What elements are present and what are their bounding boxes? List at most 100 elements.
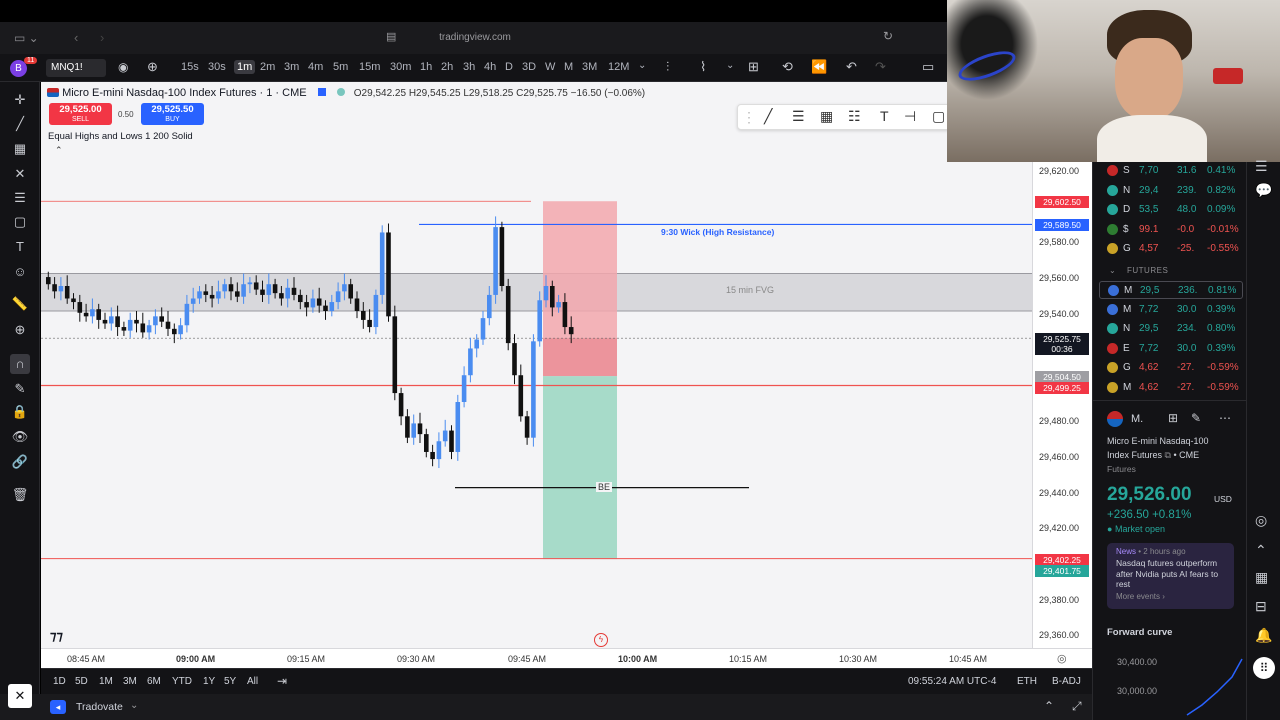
tf-1m[interactable]: 1m xyxy=(234,60,256,74)
expand-up-icon[interactable]: ⌃ xyxy=(1044,699,1054,713)
chart-title[interactable]: Micro E-mini Nasdaq-100 Index Futures · … xyxy=(62,87,307,99)
shapes-icon[interactable]: ▢ xyxy=(10,212,30,232)
ruler-icon[interactable]: 📏 xyxy=(10,294,30,314)
tf-12m[interactable]: 12M xyxy=(608,61,629,73)
chart-pane[interactable]: Micro E-mini Nasdaq-100 Index Futures · … xyxy=(41,82,1032,668)
range-all[interactable]: All xyxy=(247,676,258,687)
news-card[interactable]: News • 2 hours ago Nasdaq futures outper… xyxy=(1107,543,1234,609)
tf-3m[interactable]: 3m xyxy=(284,61,299,73)
range-1d[interactable]: 1D xyxy=(53,676,66,687)
clock-label[interactable]: 09:55:24 AM UTC-4 xyxy=(908,676,996,687)
range-1y[interactable]: 1Y xyxy=(203,676,215,687)
tf-dropdown-icon[interactable]: ⌄ xyxy=(638,60,646,71)
settings-lines-icon[interactable]: ☷ xyxy=(848,108,861,125)
tf-3d[interactable]: 3D xyxy=(522,61,536,73)
details-layout-icon[interactable]: ⊞ xyxy=(1168,411,1178,425)
chart-type-icon[interactable]: ⫶ xyxy=(666,59,669,75)
tf-2m[interactable]: 2m xyxy=(260,61,275,73)
pine-icon[interactable]: ⊟ xyxy=(1255,598,1267,615)
line-tool-icon[interactable]: ╱ xyxy=(764,108,772,125)
fullscreen-icon[interactable]: ▭ xyxy=(922,59,934,75)
lightning-icon[interactable]: ϟ xyxy=(594,633,608,647)
watchlist-row[interactable]: G 4,62 -27. -0.59% xyxy=(1099,359,1243,377)
range-ytd[interactable]: YTD xyxy=(172,676,192,687)
range-3m[interactable]: 3M xyxy=(123,676,137,687)
tf-5m[interactable]: 5m xyxy=(333,61,348,73)
watchlist-row[interactable]: N 29,4 239. 0.82% xyxy=(1099,182,1243,200)
watchlist-row[interactable]: M 29,5 236. 0.81% xyxy=(1099,281,1243,299)
target-icon[interactable]: ◎ xyxy=(1255,512,1267,529)
broker-name[interactable]: Tradovate xyxy=(76,701,123,713)
link-icon[interactable]: 🔗 xyxy=(10,452,30,472)
watchlist-row[interactable]: G 4,57 -25. -0.55% xyxy=(1099,240,1243,258)
details-edit-icon[interactable]: ✎ xyxy=(1191,411,1201,425)
symbol-search[interactable]: MNQ1! xyxy=(46,59,106,77)
hline-icon[interactable]: ⊣ xyxy=(904,108,916,125)
watchlist-icon[interactable]: ☰ xyxy=(1255,158,1268,175)
session-toggle[interactable]: ETH xyxy=(1017,676,1037,687)
range-5d[interactable]: 5D xyxy=(75,676,88,687)
line-style-icon[interactable]: ☰ xyxy=(792,108,805,125)
tf-w[interactable]: W xyxy=(545,61,555,73)
indicator-label[interactable]: Equal Highs and Lows 1 200 Solid xyxy=(48,131,193,142)
tf-15m[interactable]: 15m xyxy=(359,61,380,73)
axis-settings-icon[interactable]: ◎ xyxy=(1057,652,1067,665)
news-headline[interactable]: Nasdaq futures outperform after Nvidia p… xyxy=(1116,558,1225,590)
emoji-icon[interactable]: ☺ xyxy=(10,262,30,282)
range-6m[interactable]: 6M xyxy=(147,676,161,687)
watchlist-row[interactable]: N 29,5 234. 0.80% xyxy=(1099,320,1243,338)
lock-drawing-icon[interactable]: ✎ xyxy=(10,379,30,399)
watchlist-row[interactable]: M 7,72 30.0 0.39% xyxy=(1099,301,1243,319)
tf-30s[interactable]: 30s xyxy=(208,61,226,73)
url-bar[interactable]: tradingview.com xyxy=(0,32,950,43)
watchlist-row[interactable]: $99.1 -0.0 -0.01% xyxy=(1099,221,1243,239)
watchlist-row[interactable]: M 4,62 -27. -0.59% xyxy=(1099,379,1243,397)
trendline-icon[interactable]: ╱ xyxy=(10,114,30,134)
rect-tool-icon[interactable]: ▢ xyxy=(932,108,945,125)
chat-icon[interactable]: 💬 xyxy=(1255,182,1272,199)
details-more-icon[interactable]: ⋯ xyxy=(1219,411,1231,425)
add-symbol-icon[interactable]: ⊕ xyxy=(147,59,158,75)
date-range-icon[interactable]: ⇥ xyxy=(277,674,287,688)
futures-section-header[interactable]: FUTURES xyxy=(1127,266,1168,275)
watchlist-row[interactable]: D 53,5 48.0 0.09% xyxy=(1099,201,1243,219)
price-axis[interactable]: 29,620.00 29,580.00 29,560.00 29,540.00 … xyxy=(1032,82,1092,668)
crosshair-icon[interactable]: ✛ xyxy=(10,90,30,110)
replay-icon[interactable]: ⏪ xyxy=(811,59,827,75)
range-5y[interactable]: 5Y xyxy=(224,676,236,687)
maximize-icon[interactable]: ⤢ xyxy=(1072,699,1082,714)
grid-tool-icon[interactable]: ▦ xyxy=(820,108,833,125)
lock-icon[interactable]: 🔒 xyxy=(10,402,30,422)
tf-3mo[interactable]: 3M xyxy=(582,61,597,73)
redo-icon[interactable]: ↷ xyxy=(875,59,886,75)
drag-handle-icon[interactable]: ⋮ xyxy=(742,109,756,126)
broker-dropdown-icon[interactable]: ⌄ xyxy=(130,700,138,711)
tf-m[interactable]: M xyxy=(564,61,573,73)
watch-icon[interactable]: ◉ xyxy=(118,60,128,74)
more-events-link[interactable]: More events › xyxy=(1116,592,1225,601)
ideas-icon[interactable]: ⌃ xyxy=(1255,542,1267,559)
trash-icon[interactable]: 🗑 xyxy=(10,485,30,505)
tf-15s[interactable]: 15s xyxy=(181,61,199,73)
layout-icon[interactable]: ⊞ xyxy=(748,59,759,75)
text-tool-icon[interactable]: T xyxy=(880,108,889,124)
prediction-icon[interactable]: ☰ xyxy=(10,188,30,208)
undo-icon[interactable]: ↶ xyxy=(846,59,857,75)
calendar-icon[interactable]: ▦ xyxy=(1255,569,1268,586)
tf-4m[interactable]: 4m xyxy=(308,61,323,73)
zoom-icon[interactable]: ⊕ xyxy=(10,320,30,340)
pattern-icon[interactable]: ✕ xyxy=(10,164,30,184)
tf-3h[interactable]: 3h xyxy=(463,61,475,73)
logo-button[interactable]: ✕ xyxy=(8,684,32,708)
tf-30m[interactable]: 30m xyxy=(390,61,411,73)
notifications-icon[interactable]: 🔔 xyxy=(1255,627,1272,644)
buy-button[interactable]: 29,525.50 BUY xyxy=(141,103,204,125)
tf-4h[interactable]: 4h xyxy=(484,61,496,73)
text-icon[interactable]: T xyxy=(10,237,30,257)
indicators-dropdown-icon[interactable]: ⌄ xyxy=(726,60,734,71)
tf-2h[interactable]: 2h xyxy=(441,61,453,73)
adj-toggle[interactable]: B-ADJ xyxy=(1052,676,1081,687)
apps-icon[interactable]: ⠿ xyxy=(1253,657,1275,679)
time-axis[interactable]: 08:45 AM 09:00 AM 09:15 AM 09:30 AM 09:4… xyxy=(41,648,1092,668)
magnet-icon[interactable]: ∩ xyxy=(10,354,30,374)
